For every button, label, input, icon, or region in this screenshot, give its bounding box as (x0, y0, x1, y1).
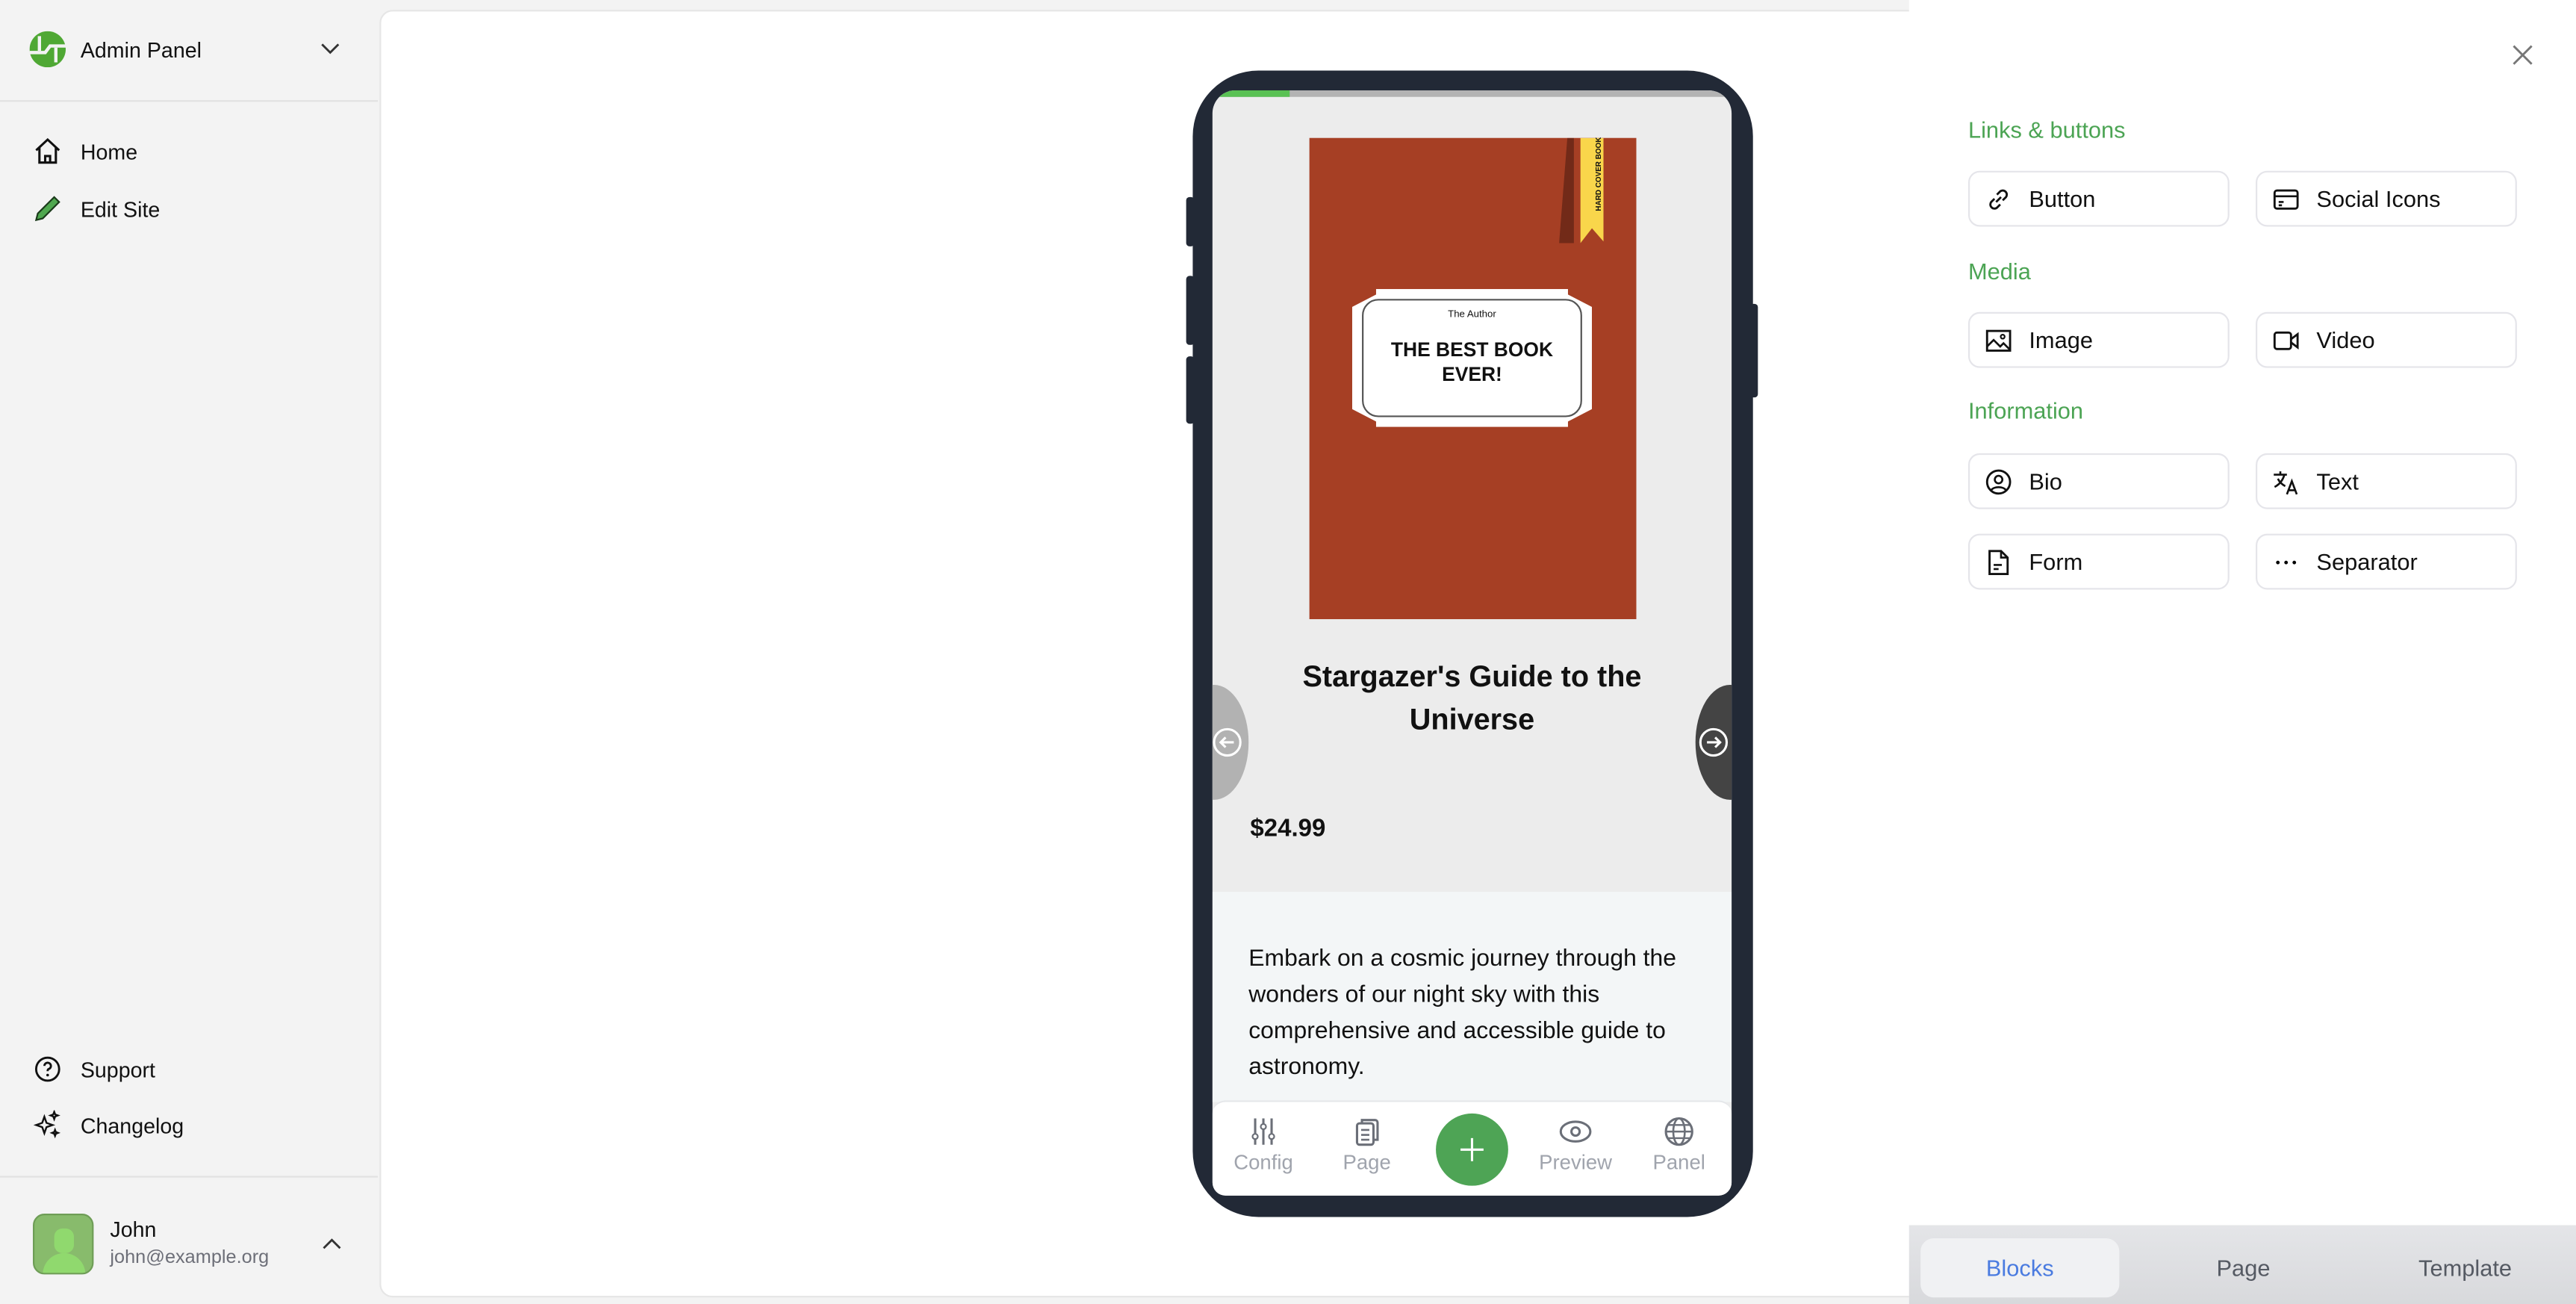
nav-label: Preview (1539, 1151, 1613, 1175)
sidebar-item-label: Edit Site (80, 196, 161, 221)
arrow-left-circle-icon (1213, 727, 1242, 757)
tab-page[interactable]: Page (2144, 1238, 2342, 1297)
sidebar-item-home[interactable]: Home (33, 137, 137, 167)
user-circle-icon (1985, 468, 2012, 494)
sidebar-item-support[interactable]: Support (33, 1055, 155, 1084)
translate-icon (2274, 471, 2298, 494)
section-heading: Information (1967, 397, 2084, 424)
question-circle-icon (34, 1056, 60, 1082)
sparkles-icon (33, 1110, 61, 1139)
carousel-next-button[interactable] (1695, 684, 1732, 800)
clipboard-icon (1355, 1119, 1379, 1146)
nav-page[interactable]: Page (1318, 1115, 1416, 1174)
ribbon-text: HARD COVER BOOK (1594, 137, 1603, 211)
home-icon (35, 137, 60, 164)
document-icon (1988, 549, 2009, 574)
block-bio[interactable]: Bio (1967, 453, 2230, 509)
eye-icon (1559, 1120, 1592, 1143)
arrow-right-circle-icon (1699, 727, 1729, 757)
nav-label: Page (1343, 1151, 1391, 1175)
cover-title: THE BEST BOOK EVER! (1390, 338, 1554, 386)
block-label: Video (2316, 326, 2375, 353)
user-menu[interactable]: John john@example.org (33, 1214, 350, 1275)
sidebar-item-label: Support (80, 1057, 156, 1082)
nav-label: Panel (1652, 1151, 1705, 1175)
block-separator[interactable]: Separator (2256, 533, 2517, 590)
tab-template[interactable]: Template (2365, 1238, 2564, 1297)
globe-icon (1664, 1117, 1693, 1146)
divider (0, 1176, 379, 1178)
block-form[interactable]: Form (1967, 533, 2230, 590)
section-heading: Media (1967, 258, 2031, 285)
product-description: Embark on a cosmic journey through the w… (1248, 946, 1677, 1081)
card-icon (2273, 188, 2299, 209)
product-title: Stargazer's Guide to the Universe (1302, 659, 1642, 736)
progress-bar (1212, 90, 1732, 97)
divider (0, 100, 379, 102)
section-heading: Links & buttons (1967, 117, 2126, 143)
user-name: John (110, 1217, 157, 1242)
plus-icon (1460, 1137, 1484, 1161)
block-video[interactable]: Video (2256, 311, 2517, 368)
cover-label: The Author THE BEST BOOK EVER! (1351, 289, 1593, 427)
chevron-up-icon (323, 1238, 341, 1249)
description-section: Embark on a cosmic journey through the w… (1212, 892, 1732, 1102)
tab-blocks[interactable]: Blocks (1920, 1238, 2120, 1298)
sidebar-item-label: Changelog (80, 1112, 184, 1137)
workspace-switcher[interactable]: Admin Panel (29, 31, 350, 68)
sliders-icon (1251, 1118, 1275, 1145)
nav-config[interactable]: Config (1214, 1115, 1313, 1174)
workspace-title: Admin Panel (80, 37, 202, 62)
block-text[interactable]: Text (2256, 453, 2517, 509)
close-icon[interactable] (2512, 44, 2533, 66)
block-label: Bio (2029, 468, 2062, 494)
nav-label: Config (1233, 1151, 1293, 1175)
progress-fill (1212, 90, 1291, 97)
block-label: Text (2316, 468, 2359, 494)
block-label: Form (2029, 548, 2083, 575)
phone-screen: HARD COVER BOOK The Author THE BEST BOOK… (1212, 90, 1732, 1196)
block-label: Image (2029, 326, 2094, 353)
pencil-icon (34, 196, 60, 222)
add-block-button[interactable] (1436, 1113, 1508, 1186)
book-cover-image: HARD COVER BOOK The Author THE BEST BOOK… (1309, 137, 1637, 620)
avatar (33, 1214, 94, 1275)
product-price: $24.99 (1250, 814, 1326, 843)
video-icon (2273, 330, 2299, 350)
phone-preview: HARD COVER BOOK The Author THE BEST BOOK… (1192, 70, 1753, 1217)
nav-panel[interactable]: Panel (1630, 1115, 1729, 1174)
image-icon (1985, 329, 2012, 351)
nav-preview[interactable]: Preview (1526, 1115, 1625, 1174)
blocks-panel: Links & buttons Button Social Icons Medi… (1908, 0, 2576, 1304)
chevron-down-icon (321, 43, 340, 55)
block-button[interactable]: Button (1967, 170, 2230, 227)
block-social-icons[interactable]: Social Icons (2256, 170, 2517, 227)
dots-icon (2276, 559, 2297, 564)
sidebar-item-edit-site[interactable]: Edit Site (33, 193, 160, 223)
sidebar-item-changelog[interactable]: Changelog (33, 1110, 184, 1140)
sidebar-item-label: Home (80, 138, 138, 164)
cover-author: The Author (1448, 310, 1496, 320)
block-label: Button (2029, 185, 2096, 212)
logo-icon (29, 31, 66, 68)
preview-bottom-nav: Config Page Preview Panel (1212, 1100, 1732, 1196)
block-image[interactable]: Image (1967, 311, 2230, 368)
link-icon (1989, 188, 2009, 209)
carousel-prev-button[interactable] (1212, 684, 1249, 800)
user-email: john@example.org (110, 1248, 270, 1268)
block-label: Social Icons (2316, 185, 2441, 212)
block-label: Separator (2316, 548, 2418, 575)
